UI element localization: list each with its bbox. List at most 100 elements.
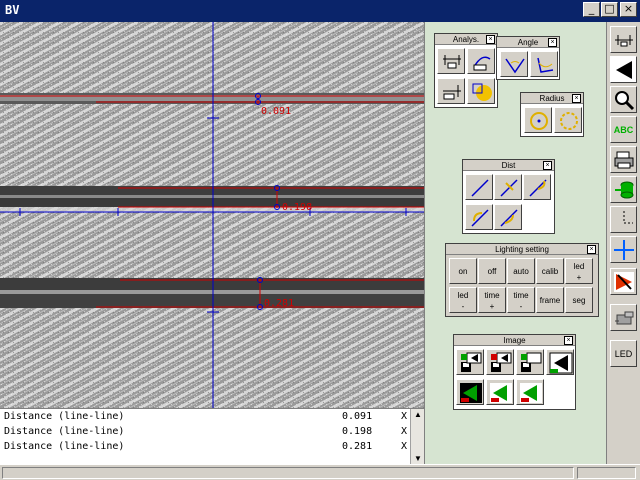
frame-button[interactable]: frame [536,287,564,313]
measure-distance-tool-button[interactable] [437,48,465,74]
angle-arc-tool-button[interactable] [530,51,558,77]
zoom-image-button-3[interactable] [516,379,544,405]
dist-parallel-tool-button[interactable] [494,204,522,230]
radius-close-button[interactable]: × [572,94,581,103]
save-image-button-2[interactable] [486,349,514,375]
scroll-up-arrow-icon[interactable]: ▲ [412,410,424,420]
seg-button[interactable]: seg [565,287,593,313]
dist-arc-line-tool-button[interactable] [523,174,551,200]
right-toolbar: ABC LED [606,22,640,464]
result-label: Distance (line-line) [4,411,125,422]
toolbar-crosshair-button[interactable] [610,236,637,263]
floppy-save-icon [461,352,482,372]
save-image-button-1[interactable] [456,349,484,375]
toolbar-led-button[interactable]: LED [610,340,637,367]
scroll-down-arrow-icon[interactable]: ▼ [412,454,424,464]
result-flag: X [401,411,408,422]
result-flag: X [401,426,408,437]
dist-palette: Dist × [462,159,555,234]
measurement-results-list[interactable]: Distance (line-line) 0.091 X Distance (l… [0,408,424,465]
printer-icon [614,151,634,169]
analysis-close-button[interactable]: × [486,35,495,44]
toolbar-ruler-button[interactable] [610,26,637,53]
result-row[interactable]: Distance (line-line) 0.198 X [4,426,410,440]
result-row[interactable]: Distance (line-line) 0.091 X [4,411,410,425]
toolbar-delete-button[interactable] [610,268,637,295]
green-zoom-icon [520,383,542,403]
lighting-close-button[interactable]: × [587,245,596,254]
time-plus-button[interactable]: time + [478,287,506,313]
measure-line-tool-button[interactable] [437,78,465,104]
results-scrollbar[interactable]: ▲ ▼ [410,409,424,465]
lighting-palette-title: Lighting setting [446,244,598,255]
tool-palette-panel: Analys. × Angle × Radius × Dist × Lighti… [424,22,606,464]
ruler-icon [615,35,633,47]
parallel-line-icon [500,209,518,227]
database-icon [615,181,634,199]
radius-circle-tool-button[interactable] [524,107,552,133]
led-plus-button[interactable]: led + [565,258,593,284]
toolbar-image-button[interactable] [610,56,637,83]
toolbar-zoom-button[interactable] [610,86,637,113]
floppy-save-icon [491,352,512,372]
result-value: 0.091 [342,411,373,422]
minimize-button[interactable]: _ [583,2,600,17]
toolbar-axes-button[interactable] [610,206,637,233]
point-line-icon [471,209,489,227]
dist-point-line-tool-button[interactable] [465,204,493,230]
maximize-button[interactable]: □ [601,2,618,17]
result-flag: X [401,441,408,452]
measure-arc-tool-button[interactable] [467,48,495,74]
zoom-image-button-2[interactable] [486,379,514,405]
dist-close-button[interactable]: × [543,161,552,170]
close-button[interactable]: × [620,2,637,17]
line-arc-icon [529,179,547,197]
dist-line-tool-button[interactable] [465,174,493,200]
time-minus-button[interactable]: time - [507,287,535,313]
toolbar-database-button[interactable] [610,176,637,203]
angle-close-button[interactable]: × [548,38,557,47]
freeze-frame-icon [616,61,632,79]
image-palette-title: Image [454,335,575,346]
line-caliper-icon [443,85,461,100]
toolbar-print-button[interactable] [610,146,637,173]
measurement-label-2: 0.198 [282,202,313,213]
dist-cross-tool-button[interactable] [494,174,522,200]
angle-vee-tool-button[interactable] [500,51,528,77]
abc-text-icon: ABC [613,125,634,135]
led-minus-button[interactable]: led - [449,287,477,313]
delete-shape-icon [614,272,634,292]
vee-angle-icon [505,58,525,74]
area-grid-icon [472,83,492,101]
line-cross-icon [500,179,518,197]
axes-dots-icon [623,211,633,224]
floppy-save-icon [521,352,542,372]
analysis-palette: Analys. × [434,33,498,108]
result-value: 0.198 [342,426,373,437]
light-off-button[interactable]: off [478,258,506,284]
status-cell-right [577,467,636,479]
toolbar-camera-button[interactable] [610,304,637,331]
magnifier-icon [615,91,635,111]
measurement-label-3: 0.281 [264,298,295,309]
result-label: Distance (line-line) [4,426,125,437]
radius-points-tool-button[interactable] [554,107,582,133]
light-calib-button[interactable]: calib [536,258,564,284]
arc-angle-icon [537,57,554,73]
light-auto-button[interactable]: auto [507,258,535,284]
arc-caliper-icon [473,56,491,71]
camera-image-view[interactable]: 0.091 0.198 0.281 [0,22,424,408]
circle-center-icon [530,112,548,130]
measure-area-tool-button[interactable] [467,78,495,104]
image-close-button[interactable]: × [564,336,573,345]
dist-palette-title: Dist [463,160,554,171]
zoom-image-button-1[interactable] [456,379,484,405]
toolbar-text-button[interactable]: ABC [610,116,637,143]
circle-points-icon [560,112,578,130]
line-icon [471,179,489,197]
light-on-button[interactable]: on [449,258,477,284]
result-row[interactable]: Distance (line-line) 0.281 X [4,441,410,455]
freeze-image-button[interactable] [546,349,574,375]
save-image-button-3[interactable] [516,349,544,375]
result-value: 0.281 [342,441,373,452]
